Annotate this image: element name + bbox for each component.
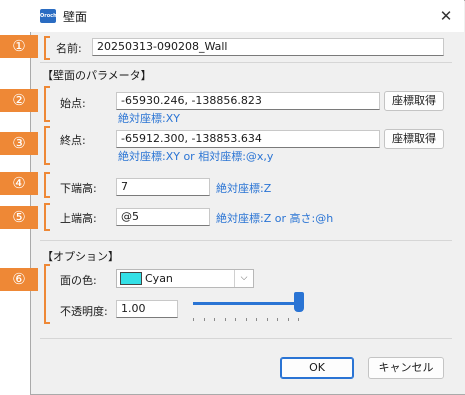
ok-button[interactable]: OK: [280, 357, 354, 379]
step-bracket-6: [44, 264, 50, 324]
bottom-height-hint: 絶対座標:Z: [216, 182, 272, 195]
cancel-button[interactable]: キャンセル: [368, 357, 444, 379]
close-icon[interactable]: ✕: [436, 6, 456, 26]
options-header: 【オプション】: [42, 250, 119, 263]
step-bracket-2: [44, 86, 50, 122]
slider-tick: [193, 318, 194, 321]
params-divider: [40, 240, 452, 241]
slider-tick: [235, 318, 236, 321]
app-logo-icon: Orochi: [40, 9, 56, 23]
step-badge-1: ①: [0, 35, 38, 58]
opacity-label: 不透明度:: [60, 305, 108, 318]
chevron-down-icon[interactable]: ⌵: [234, 270, 253, 287]
wall-params-header: 【壁面のパラメータ】: [42, 69, 152, 82]
bottom-height-input[interactable]: 7: [116, 178, 210, 196]
step-badge-6: ⑥: [0, 268, 38, 291]
slider-tick: [277, 318, 278, 321]
opacity-slider-track[interactable]: [193, 302, 299, 305]
start-point-hint: 絶対座標:XY: [118, 112, 180, 125]
title-bar[interactable]: [30, 0, 464, 32]
step-bracket-4: [44, 172, 50, 198]
color-swatch: [120, 272, 142, 285]
opacity-input[interactable]: 1.00: [116, 300, 178, 318]
name-input[interactable]: 20250313-090208_Wall: [92, 38, 444, 56]
top-height-input[interactable]: @5: [116, 208, 210, 226]
slider-tick: [224, 318, 226, 321]
face-color-value: Cyan: [145, 272, 173, 285]
step-bracket-5: [44, 203, 50, 231]
end-point-hint: 絶対座標:XY or 相対座標:@x,y: [118, 150, 274, 163]
top-height-hint: 絶対座標:Z or 高さ:@h: [216, 212, 334, 225]
end-point-label: 終点:: [60, 134, 86, 147]
end-get-coords-button[interactable]: 座標取得: [384, 129, 444, 149]
start-get-coords-button[interactable]: 座標取得: [384, 91, 444, 111]
step-badge-5: ⑤: [0, 206, 38, 229]
name-label: 名前:: [56, 42, 82, 55]
dialog-window: [30, 0, 465, 395]
start-point-label: 始点:: [60, 97, 86, 110]
step-badge-2: ②: [0, 89, 38, 112]
dialog-title: 壁面: [63, 10, 88, 24]
face-color-label: 面の色:: [60, 274, 97, 287]
step-bracket-1: [44, 36, 50, 60]
opacity-slider-thumb[interactable]: [294, 292, 304, 312]
opacity-slider-ticks: [193, 318, 299, 321]
name-divider: [40, 62, 452, 63]
slider-tick: [256, 318, 257, 321]
slider-tick: [266, 318, 268, 321]
face-color-select[interactable]: Cyan ⌵: [116, 269, 254, 288]
opacity-slider-fill: [193, 302, 299, 305]
slider-tick: [214, 318, 215, 321]
step-badge-3: ③: [0, 132, 38, 155]
step-bracket-3: [44, 126, 50, 165]
end-point-input[interactable]: -65912.300, -138853.634: [116, 130, 380, 148]
slider-tick: [298, 318, 299, 321]
slider-tick: [287, 318, 289, 321]
slider-tick: [203, 318, 205, 321]
bottom-height-label: 下端高:: [60, 182, 97, 195]
start-point-input[interactable]: -65930.246, -138856.823: [116, 92, 380, 110]
step-badge-4: ④: [0, 172, 38, 195]
top-height-label: 上端高:: [60, 212, 97, 225]
slider-tick: [245, 318, 247, 321]
options-divider: [40, 338, 452, 339]
